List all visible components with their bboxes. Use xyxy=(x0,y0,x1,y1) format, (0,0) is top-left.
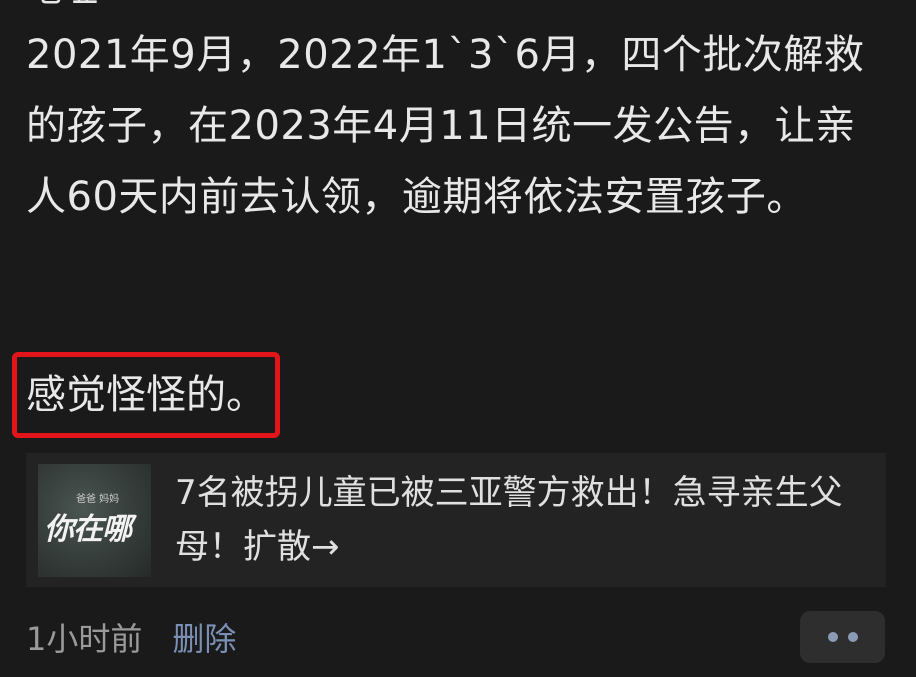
thumbnail-caption: 爸爸 妈妈 xyxy=(76,493,120,505)
link-thumbnail: 爸爸 妈妈 你在哪 xyxy=(38,463,151,577)
thumbnail-title: 你在哪 xyxy=(44,511,132,547)
shared-link-card[interactable]: 爸爸 妈妈 你在哪 7名被拐儿童已被三亚警方救出！急寻亲生父母！扩散→ xyxy=(26,453,886,587)
link-title: 7名被拐儿童已被三亚警方救出！急寻亲生父母！扩散→ xyxy=(175,473,843,567)
post-timestamp: 1小时前 xyxy=(26,620,143,658)
cut-off-text: 地址 xyxy=(26,0,326,10)
more-dot-icon xyxy=(827,632,838,642)
post-meta: 1小时前 删除 xyxy=(26,612,236,662)
post-text: 2021年9月，2022年1`3`6月，四个批次解救的孩子，在2023年4月11… xyxy=(26,20,896,233)
delete-button[interactable]: 删除 xyxy=(172,614,236,660)
highlighted-sentence: 感觉怪怪的。 xyxy=(26,372,266,418)
more-actions-button[interactable] xyxy=(800,611,885,663)
post-paragraph: 2021年9月，2022年1`3`6月，四个批次解救的孩子，在2023年4月11… xyxy=(26,32,865,220)
more-dot-icon xyxy=(847,632,858,642)
